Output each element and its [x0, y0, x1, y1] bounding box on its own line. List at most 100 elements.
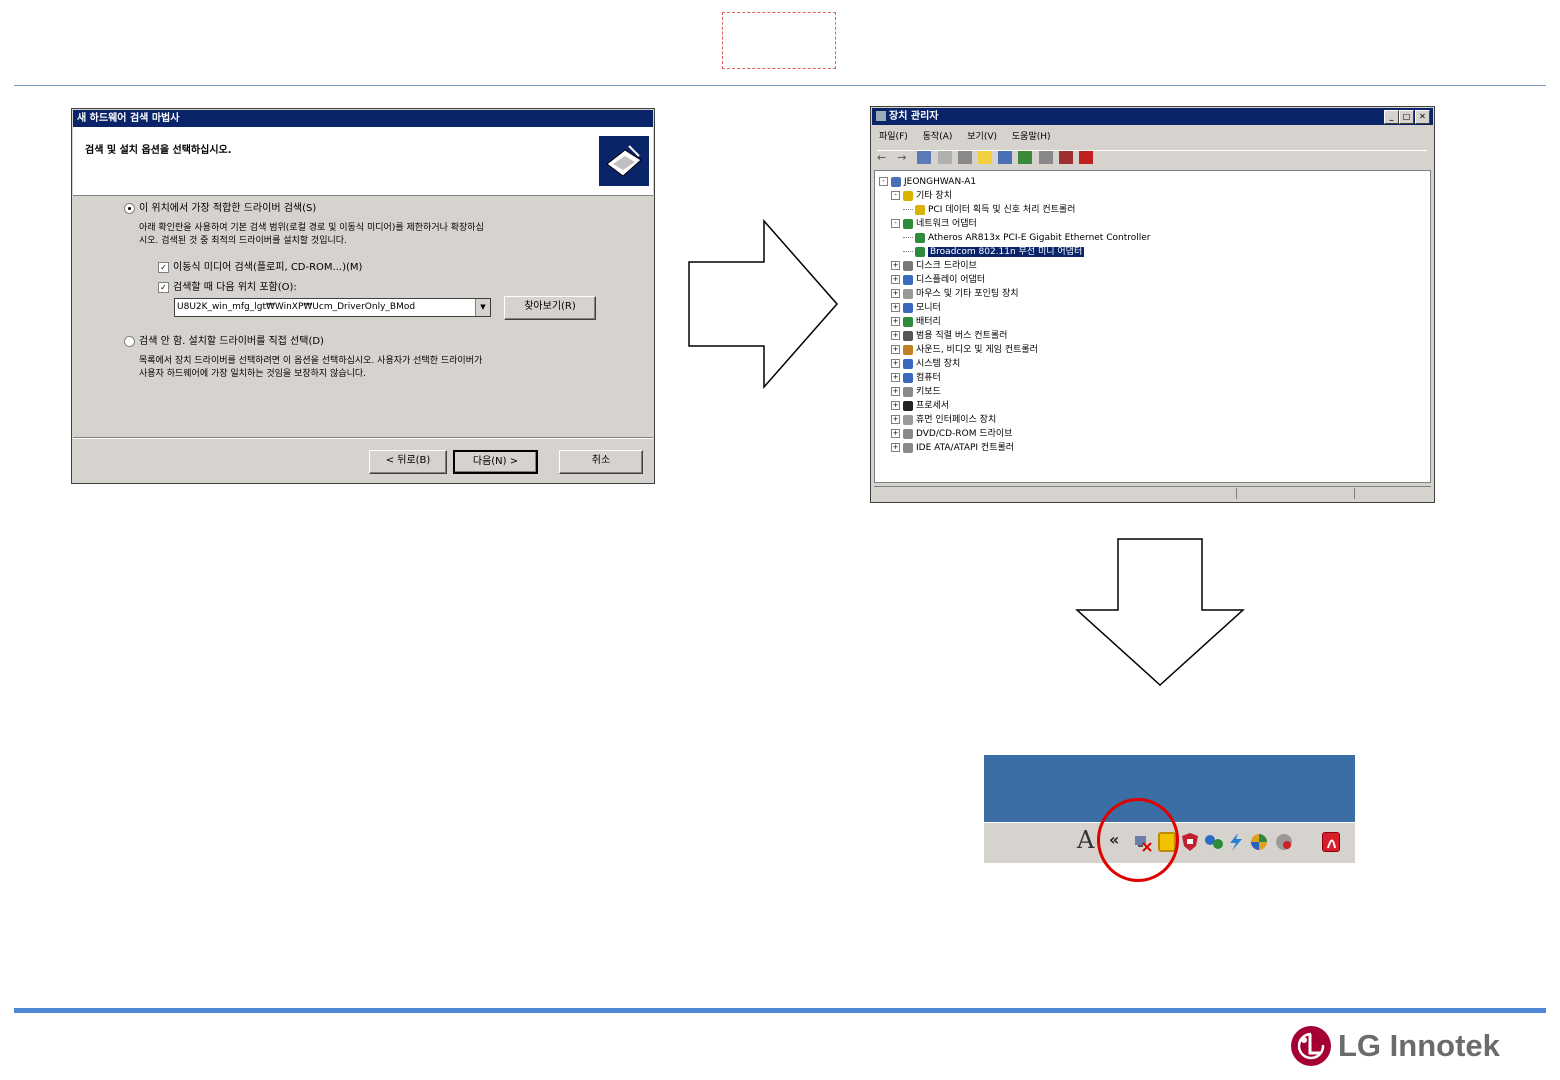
update-driver-icon[interactable]: [1038, 151, 1053, 164]
radio-checked-icon: [124, 202, 135, 214]
location-path-combo[interactable]: U8U2K_win_mfg_lgt₩WinXP₩Ucm_DriverOnly_B…: [174, 298, 491, 317]
desktop-area: [984, 755, 1355, 822]
menu-action[interactable]: 동작(A): [923, 132, 953, 142]
device-category-icon: [903, 330, 913, 341]
menu-help[interactable]: 도움말(H): [1012, 132, 1051, 142]
device-tree-pane: - JEONGHWAN-A1- 기타 장치 PCI 데이터 획득 및 신호 처리 컨트…: [874, 170, 1431, 483]
device-category-icon: [903, 400, 913, 411]
maximize-button[interactable]: □: [1399, 110, 1414, 124]
devmgr-menu-bar: 파일(F) 동작(A) 보기(V) 도움말(H): [879, 129, 1051, 142]
wizard-footer-divider: [73, 437, 653, 439]
minimize-button[interactable]: _: [1384, 110, 1399, 124]
uninstall-device-icon[interactable]: [1078, 151, 1093, 164]
shield-icon[interactable]: [1181, 832, 1199, 852]
view-icon[interactable]: [917, 151, 932, 164]
device-tree-label: JEONGHWAN-A1: [904, 177, 977, 187]
device-category-icon: [903, 274, 913, 285]
collapse-icon[interactable]: -: [891, 219, 900, 228]
lg-logo-mark-icon: [1291, 1026, 1331, 1066]
next-button[interactable]: 다음(N) >: [453, 450, 538, 474]
device-tree-item[interactable]: + 마우스 및 기타 포인팅 장치: [891, 287, 1019, 301]
device-category-icon: [903, 428, 913, 439]
device-tree-item[interactable]: + 디스플레이 어댑터: [891, 273, 985, 287]
disable-device-icon[interactable]: [1058, 151, 1073, 164]
expand-icon[interactable]: +: [891, 387, 900, 396]
option-manual-radio[interactable]: 검색 안 함. 설치할 드라이버를 직접 선택(D): [124, 332, 324, 347]
properties-icon[interactable]: [937, 151, 952, 164]
device-tree-item[interactable]: + 시스템 장치: [891, 357, 960, 371]
device-tree-item[interactable]: PCI 데이터 획득 및 신호 처리 컨트롤러: [903, 203, 1075, 217]
device-tree-item[interactable]: + DVD/CD-ROM 드라이브: [891, 427, 1012, 441]
removable-media-label: 이동식 미디어 검색(플로피, CD-ROM...)(M): [173, 262, 363, 273]
expand-icon[interactable]: +: [891, 359, 900, 368]
bluetooth-icon[interactable]: [1204, 832, 1223, 852]
collapse-icon[interactable]: -: [891, 191, 900, 200]
cancel-button[interactable]: 취소: [559, 450, 643, 474]
language-bar-icon[interactable]: A: [1077, 826, 1094, 854]
expand-icon[interactable]: +: [891, 401, 900, 410]
device-tree-item[interactable]: + 키보드: [891, 385, 941, 399]
option-search-radio[interactable]: 이 위치에서 가장 적합한 드라이버 검색(S): [124, 199, 316, 214]
expand-icon[interactable]: +: [891, 331, 900, 340]
scan-hardware-icon[interactable]: [1018, 151, 1033, 164]
device-tree-label: 배터리: [916, 317, 941, 327]
collapse-icon[interactable]: -: [879, 177, 888, 186]
expand-icon[interactable]: +: [891, 373, 900, 382]
device-tree-label: 모니터: [916, 303, 941, 313]
device-tree-item[interactable]: + 사운드, 비디오 및 게임 컨트롤러: [891, 343, 1038, 357]
expand-icon[interactable]: +: [891, 275, 900, 284]
radio-unchecked-icon: [124, 335, 135, 347]
back-button[interactable]: < 뒤로(B): [369, 450, 447, 474]
device-category-icon: [903, 442, 913, 453]
device-tree-item[interactable]: Atheros AR813x PCI-E Gigabit Ethernet Co…: [903, 231, 1150, 245]
print-icon[interactable]: [957, 151, 972, 164]
device-tree-item[interactable]: + 프로세서: [891, 399, 949, 413]
device-tree-item[interactable]: + 휴먼 인터페이스 장치: [891, 413, 996, 427]
include-location-checkbox[interactable]: ✓ 검색할 때 다음 위치 포함(O):: [158, 278, 297, 293]
device-tree-item[interactable]: + 디스크 드라이브: [891, 259, 977, 273]
device-tree-item[interactable]: - JEONGHWAN-A1: [879, 175, 976, 189]
device-tree-label: 네트워크 어댑터: [916, 219, 977, 229]
list-icon[interactable]: [998, 151, 1013, 164]
acrobat-icon[interactable]: [1322, 832, 1340, 852]
device-tree-item[interactable]: + 모니터: [891, 301, 941, 315]
device-tree-item[interactable]: Broadcom 802.11n 무선 미니 어댑터: [903, 245, 1085, 259]
close-button[interactable]: ✕: [1415, 110, 1430, 124]
back-arrow-icon[interactable]: ←: [877, 151, 891, 164]
globe-icon[interactable]: [1274, 832, 1292, 852]
forward-arrow-icon[interactable]: →: [897, 151, 911, 164]
menu-view[interactable]: 보기(V): [967, 132, 997, 142]
expand-icon[interactable]: +: [891, 303, 900, 312]
device-tree-item[interactable]: - 기타 장치: [891, 189, 952, 203]
device-tree-item[interactable]: + 컴퓨터: [891, 371, 941, 385]
removable-media-checkbox[interactable]: ✓ 이동식 미디어 검색(플로피, CD-ROM...)(M): [158, 258, 362, 273]
browse-button[interactable]: 찾아보기(R): [504, 296, 596, 320]
swirl-icon[interactable]: [1249, 832, 1267, 852]
help-icon[interactable]: [977, 151, 992, 164]
dropdown-arrow-icon[interactable]: ▼: [475, 299, 490, 316]
wizard-header-panel: 검색 및 설치 옵션을 선택하십시오.: [73, 127, 653, 196]
option-search-description-1: 아래 확인란을 사용하여 기본 검색 범위(로컬 경로 및 이동식 미디어)를 …: [139, 223, 484, 233]
expand-icon[interactable]: +: [891, 415, 900, 424]
device-tree-item[interactable]: + 배터리: [891, 315, 941, 329]
menu-file[interactable]: 파일(F): [879, 132, 908, 142]
expand-icon[interactable]: +: [891, 443, 900, 452]
devmgr-toolbar: ← →: [877, 150, 1427, 167]
expand-icon[interactable]: +: [891, 261, 900, 270]
include-location-label: 검색할 때 다음 위치 포함(O):: [173, 282, 297, 293]
down-arrow: [1075, 538, 1245, 687]
expand-icon[interactable]: +: [891, 345, 900, 354]
expand-icon[interactable]: +: [891, 429, 900, 438]
device-category-icon: [915, 246, 925, 257]
device-tree-item[interactable]: - 네트워크 어댑터: [891, 217, 977, 231]
lightning-icon[interactable]: [1226, 832, 1244, 852]
expand-icon[interactable]: +: [891, 289, 900, 298]
device-tree-item[interactable]: + 범용 직렬 버스 컨트롤러: [891, 329, 1007, 343]
status-segment-2: [1354, 488, 1355, 499]
footer-divider: [14, 1008, 1546, 1013]
device-category-icon: [903, 386, 913, 397]
option-search-label: 이 위치에서 가장 적합한 드라이버 검색(S): [139, 203, 317, 214]
lg-logo-text: LG Innotek: [1338, 1028, 1500, 1063]
device-tree-item[interactable]: + IDE ATA/ATAPI 컨트롤러: [891, 441, 1014, 455]
expand-icon[interactable]: +: [891, 317, 900, 326]
